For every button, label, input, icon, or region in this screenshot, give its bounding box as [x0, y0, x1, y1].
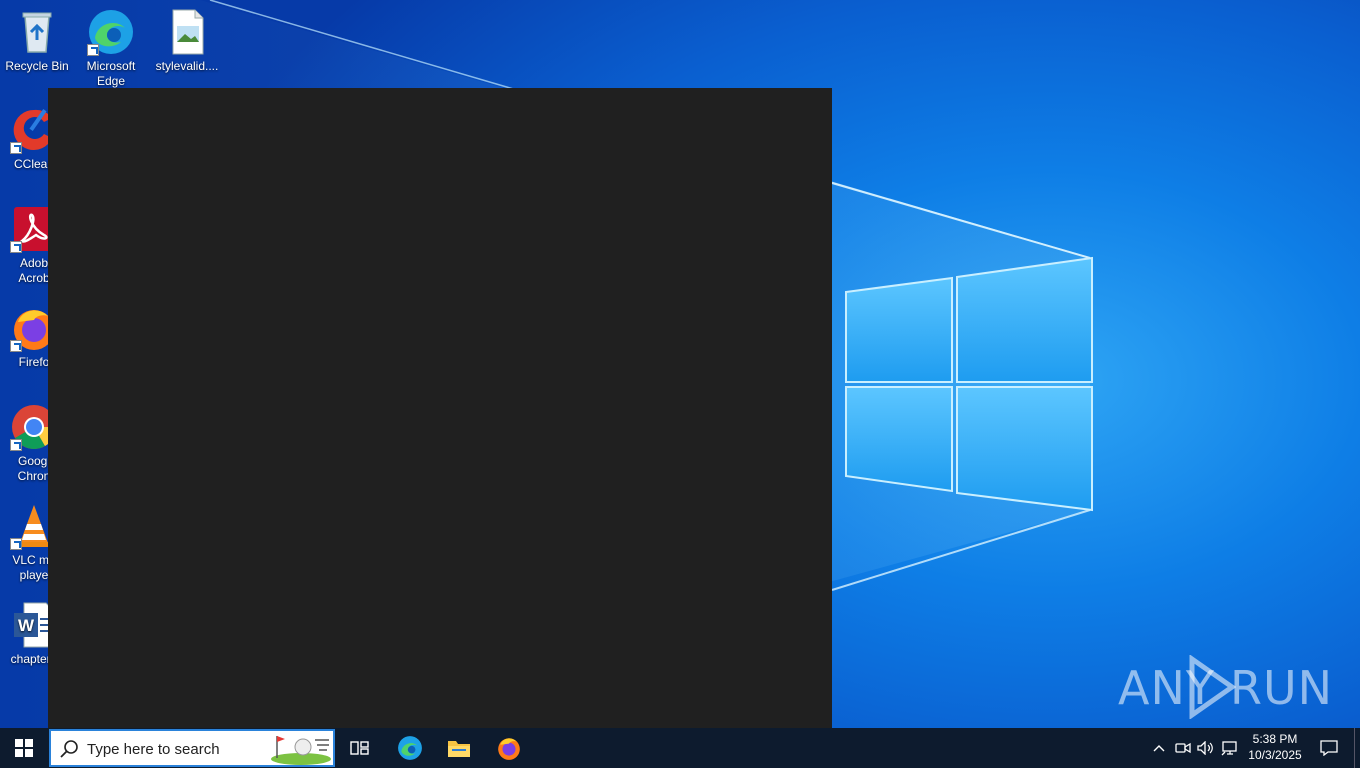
desktop-icon-label: Microsoft Edge — [86, 59, 136, 88]
task-view-button[interactable] — [336, 728, 384, 768]
svg-text:W: W — [18, 616, 35, 635]
recycle-bin-icon — [13, 8, 61, 56]
camera-icon — [1175, 742, 1191, 754]
blank-app-window[interactable] — [48, 88, 832, 728]
watermark-right-text: RUN — [1230, 661, 1334, 715]
taskbar-firefox-button[interactable] — [485, 728, 533, 768]
show-hidden-icons-button[interactable] — [1148, 728, 1170, 768]
folder-icon — [448, 741, 470, 757]
taskbar-clock[interactable]: 5:38 PM 10/3/2025 — [1242, 731, 1308, 763]
shortcut-arrow-icon — [10, 340, 22, 352]
network-button[interactable] — [1219, 728, 1241, 768]
search-icon — [60, 740, 78, 758]
taskbar: 5:38 PM 10/3/2025 — [0, 728, 1360, 768]
shortcut-arrow-icon — [10, 241, 22, 253]
taskbar-edge-button[interactable] — [386, 728, 434, 768]
volume-button[interactable] — [1195, 728, 1217, 768]
speaker-icon — [1197, 741, 1213, 755]
desktop-icon-label: stylevalid.... — [155, 59, 219, 73]
shortcut-arrow-icon — [87, 44, 99, 56]
network-icon — [1221, 741, 1237, 756]
notification-icon — [1320, 740, 1338, 756]
action-center-button[interactable] — [1314, 728, 1344, 768]
golf-highlight-icon — [271, 736, 331, 765]
show-desktop-button[interactable] — [1354, 728, 1360, 768]
windows-logo-icon — [15, 739, 33, 757]
taskbar-search-box[interactable] — [49, 729, 335, 767]
desktop-icon-label: Recycle Bin — [5, 59, 69, 73]
image-file-icon — [163, 8, 211, 56]
shortcut-arrow-icon — [10, 538, 22, 550]
clock-date: 10/3/2025 — [1248, 748, 1302, 762]
start-button[interactable] — [0, 728, 48, 768]
task-view-icon — [350, 741, 369, 755]
edge-icon — [87, 8, 135, 56]
anyrun-watermark: ANY RUN — [1118, 655, 1332, 719]
desktop-icon-microsoft-edge[interactable]: Microsoft Edge — [74, 8, 148, 89]
desktop-icon-recycle-bin[interactable]: Recycle Bin — [0, 8, 74, 74]
shortcut-arrow-icon — [10, 439, 22, 451]
clock-time: 5:38 PM — [1252, 732, 1298, 746]
search-input[interactable] — [87, 737, 257, 761]
meet-now-button[interactable] — [1172, 728, 1194, 768]
shortcut-arrow-icon — [10, 142, 22, 154]
taskbar-file-explorer-button[interactable] — [435, 728, 483, 768]
edge-icon — [398, 736, 422, 760]
chevron-up-icon — [1153, 745, 1165, 752]
desktop-icon-stylevalid[interactable]: stylevalid.... — [150, 8, 224, 74]
play-icon — [1189, 655, 1236, 719]
firefox-icon — [498, 738, 520, 760]
